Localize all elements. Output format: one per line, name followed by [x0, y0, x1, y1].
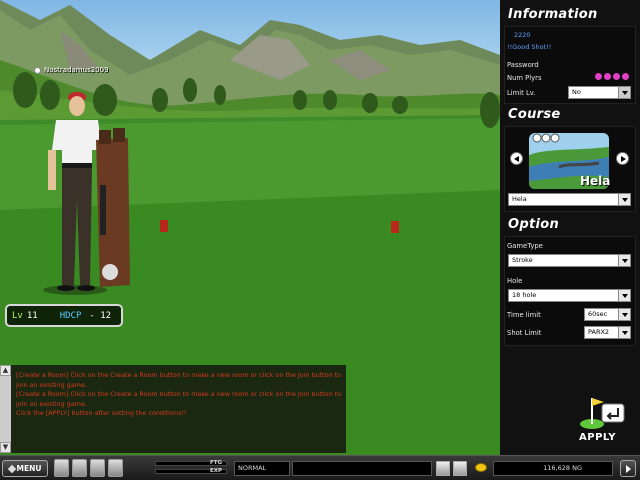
- ftg-label: FTG: [210, 460, 223, 466]
- num-plyrs-selector[interactable]: [595, 73, 629, 80]
- limit-lv-select[interactable]: No: [568, 86, 631, 99]
- shot-limit-select[interactable]: PARX2: [584, 326, 631, 339]
- bottom-toolbar: MENU FTG EXP NORMAL 116,628 NG: [0, 455, 640, 480]
- shot-limit-value: PARX2: [588, 328, 610, 336]
- chat-lines: [Create a Room] Click on the Create a Ro…: [16, 371, 342, 419]
- time-limit-label: Time limit: [507, 311, 541, 319]
- chat-log[interactable]: ▲ ▼ [Create a Room] Click on the Create …: [0, 365, 346, 453]
- chat-line: [Create a Room] Click on the Create a Ro…: [16, 371, 342, 389]
- num-plyrs-label: Num Plyrs: [507, 74, 542, 82]
- scroll-up-icon[interactable]: ▲: [0, 365, 11, 376]
- group-icon[interactable]: [90, 459, 105, 477]
- hdcp-label: HDCP: [59, 310, 82, 321]
- chevron-down-icon[interactable]: [618, 290, 630, 301]
- gametype-select[interactable]: Stroke: [508, 254, 631, 267]
- course-title: Course: [508, 107, 561, 122]
- notepad-icon[interactable]: [108, 459, 123, 477]
- hole-label: Hole: [507, 277, 523, 285]
- exp-label: EXP: [210, 468, 223, 474]
- menu-button[interactable]: MENU: [2, 460, 48, 477]
- course-select[interactable]: Hela: [508, 193, 631, 206]
- player-status-icon: [34, 66, 41, 74]
- player-slot-icon[interactable]: [595, 73, 602, 80]
- player-nameplate: Nostradamus2009: [34, 66, 109, 74]
- scroll-down-icon[interactable]: ▼: [0, 442, 11, 453]
- shot-limit-label: Shot Limit: [507, 329, 542, 337]
- option-title: Option: [508, 217, 560, 232]
- level-value: 11: [26, 310, 38, 321]
- money-display: 116,628 NG: [493, 461, 613, 476]
- chevron-down-icon[interactable]: [618, 327, 630, 338]
- chevron-down-icon[interactable]: [618, 309, 630, 320]
- course-prev-icon[interactable]: [510, 152, 523, 165]
- game-scene: Nostradamus2009 Lv 11 HDCP - 12 ▲ ▼ [Cre…: [0, 0, 500, 455]
- coin-icon: [475, 463, 487, 472]
- limit-lv-label: Limit Lv.: [507, 89, 536, 97]
- password-label: Password: [507, 61, 539, 69]
- gametype-label: GameType: [507, 242, 543, 250]
- player-name: Nostradamus2009: [44, 66, 109, 74]
- bag-icon[interactable]: [72, 459, 87, 477]
- limit-lv-value: No: [572, 88, 581, 96]
- hdcp-value: - 12: [89, 310, 112, 321]
- player-slot-icon[interactable]: [622, 73, 629, 80]
- time-limit-value: 60sec: [588, 310, 608, 318]
- gametype-value: Stroke: [512, 256, 533, 264]
- course-preview-name: Hela: [580, 174, 611, 188]
- course-select-value: Hela: [512, 195, 527, 203]
- apply-label[interactable]: APPLY: [579, 432, 616, 443]
- room-number: 2220: [514, 31, 531, 39]
- ftg-exp-bars: FTG EXP: [155, 460, 227, 477]
- mode-display: NORMAL: [234, 461, 290, 476]
- room-settings-panel: Information 2220 !!Good Shot!! Password …: [500, 0, 640, 455]
- chevron-down-icon[interactable]: [618, 87, 630, 98]
- player-slot-icon[interactable]: [613, 73, 620, 80]
- time-limit-select[interactable]: 60sec: [584, 308, 631, 321]
- gear-icon[interactable]: [453, 461, 467, 476]
- chat-line: Click the [APPLY] button after setting t…: [16, 409, 187, 417]
- exit-icon[interactable]: [620, 460, 636, 477]
- level-label: Lv: [12, 310, 23, 321]
- chat-line: [Create a Room] Click on the Create a Ro…: [16, 390, 342, 408]
- camera-icon[interactable]: [436, 461, 450, 476]
- course-next-icon[interactable]: [616, 152, 629, 165]
- person-icon[interactable]: [54, 459, 69, 477]
- menu-label: MENU: [16, 464, 42, 473]
- diamond-icon: [7, 464, 16, 473]
- chevron-down-icon[interactable]: [618, 255, 630, 266]
- flag-apply-icon: [580, 398, 625, 429]
- chat-scrollbar[interactable]: ▲ ▼: [0, 365, 11, 453]
- hole-value: 18 hole: [512, 291, 537, 299]
- room-name: !!Good Shot!!: [507, 43, 552, 51]
- information-title: Information: [508, 7, 598, 22]
- password-field[interactable]: [544, 61, 632, 71]
- level-hdcp-box: Lv 11 HDCP - 12: [5, 304, 123, 327]
- player-slot-icon[interactable]: [604, 73, 611, 80]
- hole-select[interactable]: 18 hole: [508, 289, 631, 302]
- status-field: [292, 461, 432, 476]
- chevron-down-icon[interactable]: [618, 194, 630, 205]
